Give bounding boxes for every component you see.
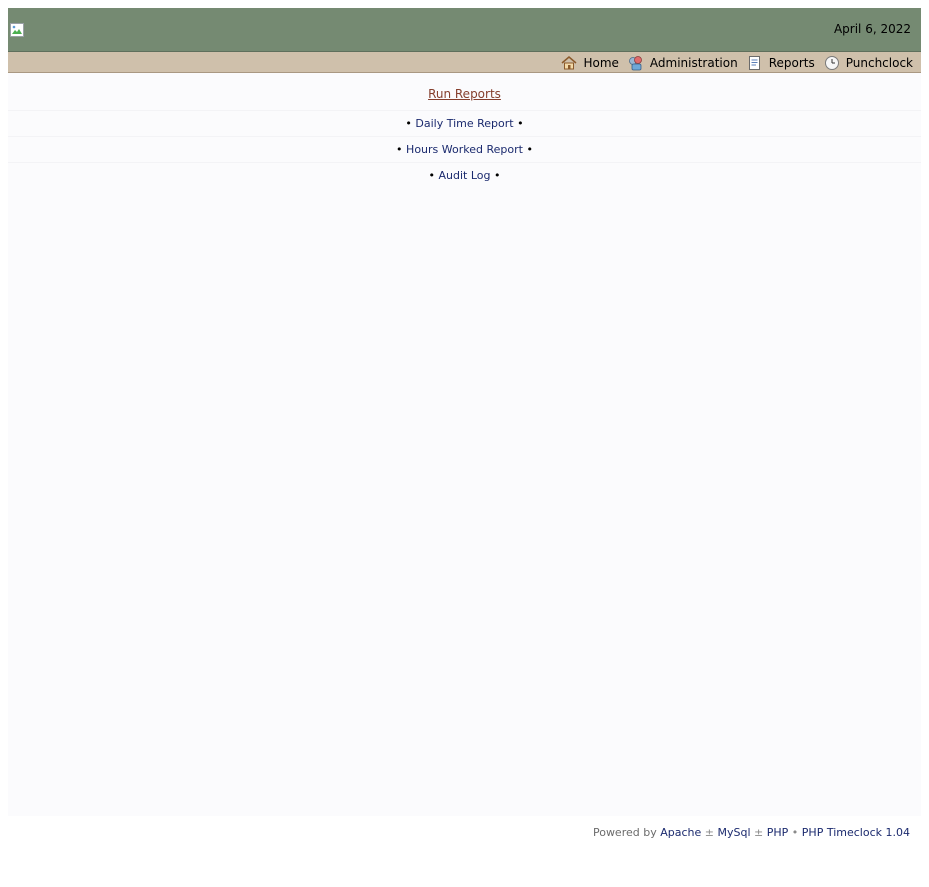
php-timeclock-link[interactable]: PHP Timeclock 1.04 — [802, 826, 910, 839]
daily-time-report-link[interactable]: Daily Time Report — [415, 117, 513, 130]
page-title: Run Reports — [8, 87, 921, 101]
nav-administration[interactable]: Administration — [628, 55, 738, 71]
report-row-daily: • Daily Time Report • — [8, 110, 921, 136]
main-content: Run Reports • Daily Time Report • • Hour… — [8, 73, 921, 816]
footer-separator: ± — [754, 826, 764, 839]
nav-punchclock[interactable]: Punchclock — [824, 55, 913, 71]
hours-worked-report-link[interactable]: Hours Worked Report — [406, 143, 523, 156]
broken-image-icon — [10, 23, 24, 37]
nav-reports[interactable]: Reports — [747, 55, 815, 71]
nav-bar: Home Administration Reports Punchclock — [8, 52, 921, 73]
bullet: • — [405, 117, 412, 130]
nav-punchclock-label: Punchclock — [845, 55, 913, 70]
header-bar: April 6, 2022 — [8, 8, 921, 52]
nav-administration-label: Administration — [649, 55, 738, 70]
bullet: • — [526, 143, 533, 156]
clock-icon — [824, 55, 839, 70]
admin-icon — [628, 55, 642, 70]
footer-separator: ± — [704, 826, 714, 839]
report-icon — [748, 55, 760, 70]
nav-reports-label: Reports — [768, 55, 815, 70]
footer-prefix: Powered by — [592, 826, 657, 839]
bullet: • — [428, 169, 436, 182]
nav-home-label: Home — [583, 55, 619, 70]
run-reports-link[interactable]: Run Reports — [428, 87, 501, 101]
report-row-audit: • Audit Log • — [8, 162, 921, 188]
bullet: • — [494, 169, 501, 182]
footer: Powered by Apache ± MySql ± PHP • PHP Ti… — [593, 826, 910, 839]
report-row-hours: • Hours Worked Report • — [8, 136, 921, 162]
php-link[interactable]: PHP — [767, 826, 789, 839]
nav-home[interactable]: Home — [561, 55, 619, 71]
bullet: • — [517, 117, 524, 130]
home-icon — [561, 55, 577, 69]
mysql-link[interactable]: MySql — [718, 826, 751, 839]
footer-separator: • — [791, 826, 799, 839]
audit-log-link[interactable]: Audit Log — [439, 169, 491, 182]
bullet: • — [396, 143, 403, 156]
current-date: April 6, 2022 — [833, 22, 911, 36]
apache-link[interactable]: Apache — [660, 826, 701, 839]
